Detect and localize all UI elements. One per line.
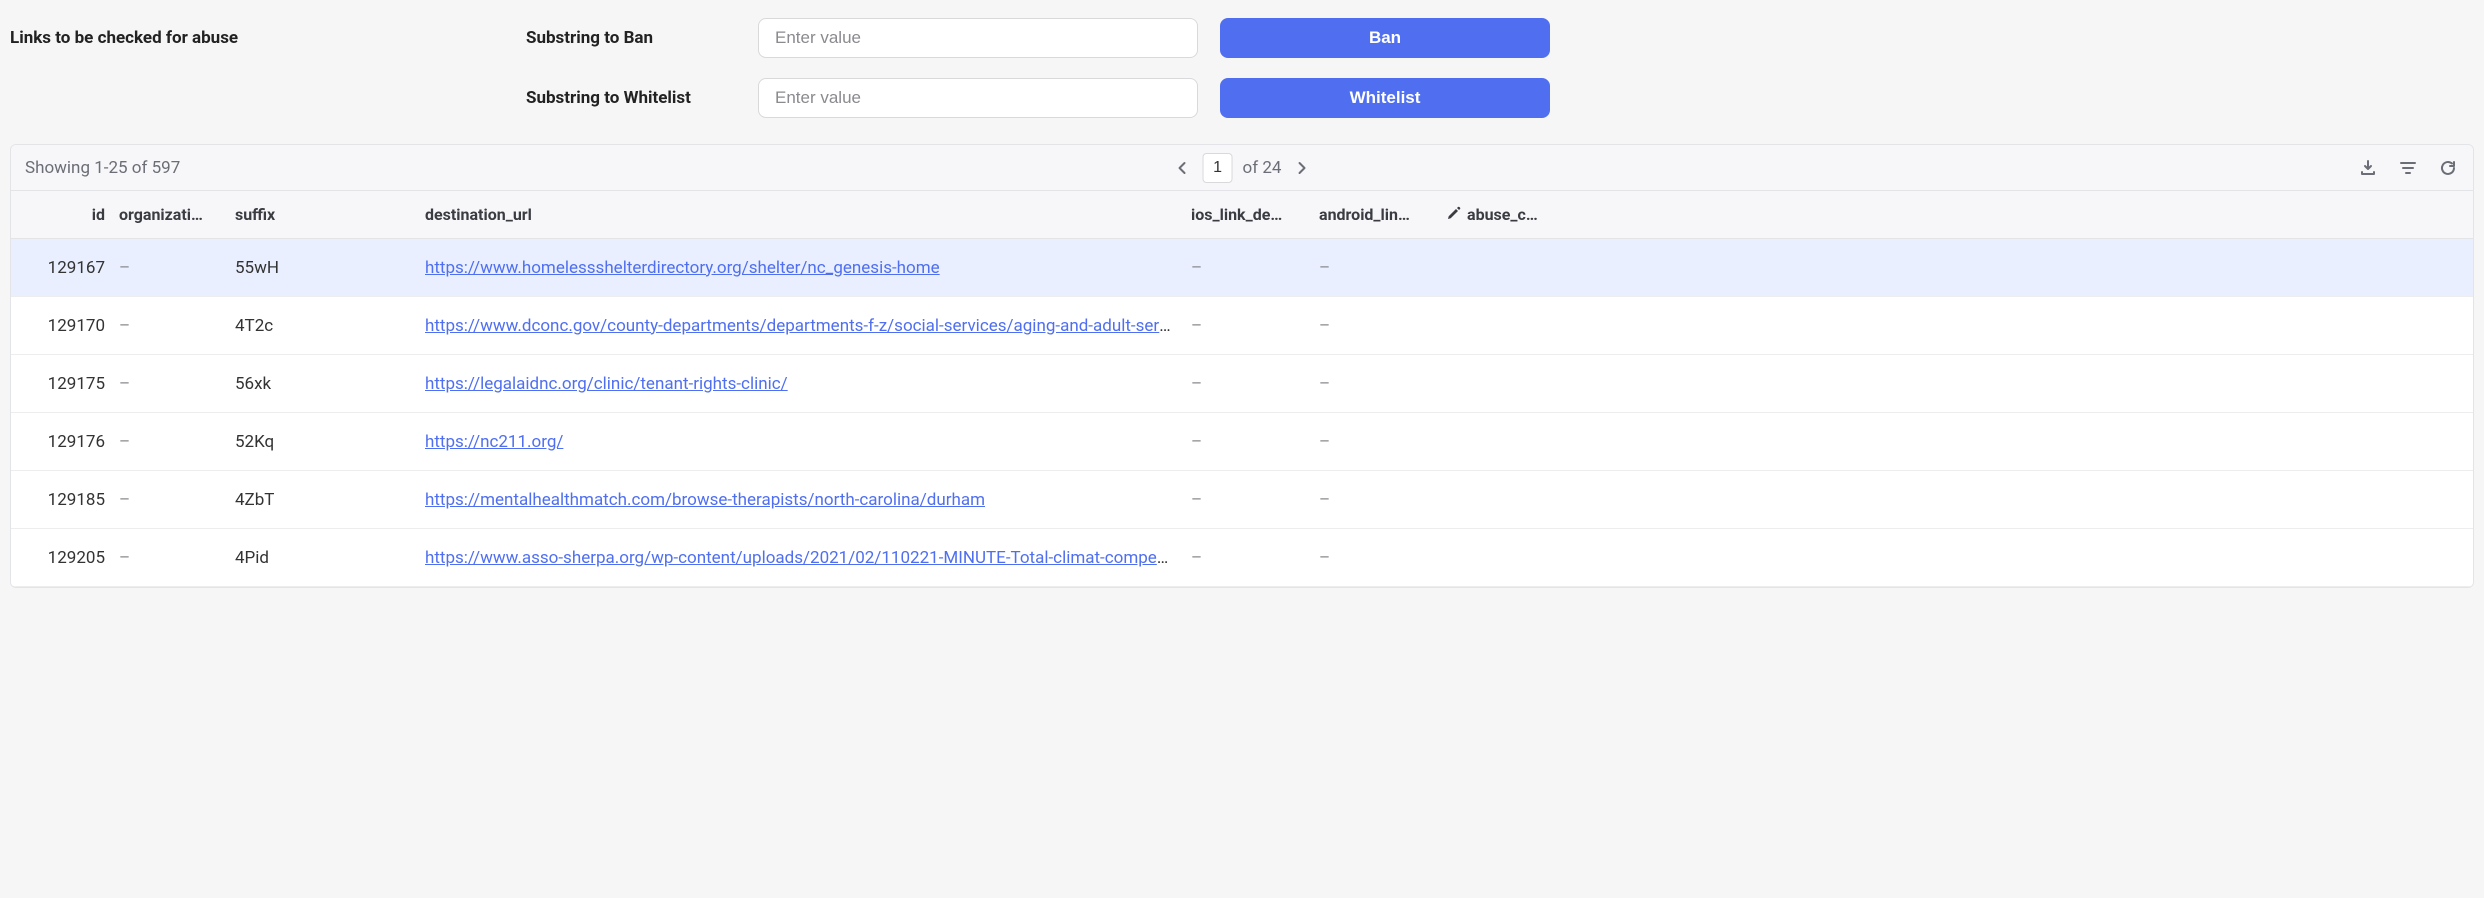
destination-link[interactable]: https://legalaidnc.org/clinic/tenant-rig…: [425, 374, 788, 394]
results-panel: Showing 1-25 of 597 of 24: [10, 144, 2474, 588]
cell-suffix: 4Pid: [235, 548, 425, 568]
pagination: of 24: [1171, 153, 1314, 183]
next-page-button[interactable]: [1291, 157, 1313, 179]
table-row[interactable]: 129185–4ZbThttps://mentalhealthmatch.com…: [11, 471, 2473, 529]
cell-android: –: [1319, 490, 1447, 510]
col-abuse[interactable]: abuse_c…: [1447, 205, 1555, 224]
cell-android: –: [1319, 548, 1447, 568]
cell-id: 129175: [25, 374, 119, 394]
destination-link[interactable]: https://www.asso-sherpa.org/wp-content/u…: [425, 548, 1191, 568]
table-row[interactable]: 129176–52Kqhttps://nc211.org/––: [11, 413, 2473, 471]
destination-link[interactable]: https://mentalhealthmatch.com/browse-the…: [425, 490, 985, 510]
whitelist-input[interactable]: [758, 78, 1198, 118]
showing-text: Showing 1-25 of 597: [25, 158, 180, 178]
cell-id: 129205: [25, 548, 119, 568]
page-input[interactable]: [1203, 153, 1233, 183]
cell-organization: –: [119, 258, 235, 278]
cell-id: 129170: [25, 316, 119, 336]
cell-suffix: 56xk: [235, 374, 425, 394]
table-row[interactable]: 129205–4Pidhttps://www.asso-sherpa.org/w…: [11, 529, 2473, 587]
col-destination-url[interactable]: destination_url: [425, 205, 1191, 224]
prev-page-button[interactable]: [1171, 157, 1193, 179]
cell-suffix: 4ZbT: [235, 490, 425, 510]
col-id[interactable]: id: [25, 205, 119, 224]
table-row[interactable]: 129167–55wHhttps://www.homelessshelterdi…: [11, 239, 2473, 297]
pencil-icon: [1447, 205, 1461, 224]
cell-ios: –: [1191, 374, 1319, 394]
destination-link[interactable]: https://nc211.org/: [425, 432, 563, 452]
cell-url: https://legalaidnc.org/clinic/tenant-rig…: [425, 374, 1191, 394]
table-row[interactable]: 129175–56xkhttps://legalaidnc.org/clinic…: [11, 355, 2473, 413]
cell-organization: –: [119, 374, 235, 394]
table-header: id organizati… suffix destination_url io…: [11, 191, 2473, 239]
cell-android: –: [1319, 432, 1447, 452]
table-row[interactable]: 129170–4T2chttps://www.dconc.gov/county-…: [11, 297, 2473, 355]
cell-ios: –: [1191, 316, 1319, 336]
cell-organization: –: [119, 548, 235, 568]
ban-input[interactable]: [758, 18, 1198, 58]
cell-android: –: [1319, 374, 1447, 394]
ban-label: Substring to Ban: [526, 28, 758, 48]
cell-android: –: [1319, 316, 1447, 336]
cell-url: https://www.dconc.gov/county-departments…: [425, 316, 1191, 336]
cell-organization: –: [119, 316, 235, 336]
cell-suffix: 55wH: [235, 258, 425, 278]
col-organization[interactable]: organizati…: [119, 205, 235, 224]
cell-id: 129167: [25, 258, 119, 278]
ban-button[interactable]: Ban: [1220, 18, 1550, 58]
cell-url: https://nc211.org/: [425, 432, 1191, 452]
col-ios-link[interactable]: ios_link_de…: [1191, 205, 1319, 224]
whitelist-button[interactable]: Whitelist: [1220, 78, 1550, 118]
col-suffix[interactable]: suffix: [235, 205, 425, 224]
cell-suffix: 4T2c: [235, 316, 425, 336]
cell-url: https://www.homelessshelterdirectory.org…: [425, 258, 1191, 278]
page-title: Links to be checked for abuse: [10, 28, 526, 48]
cell-suffix: 52Kq: [235, 432, 425, 452]
cell-organization: –: [119, 432, 235, 452]
destination-link[interactable]: https://www.dconc.gov/county-departments…: [425, 316, 1191, 336]
refresh-icon[interactable]: [2437, 157, 2459, 179]
whitelist-label: Substring to Whitelist: [526, 88, 758, 108]
cell-organization: –: [119, 490, 235, 510]
page-total: of 24: [1243, 158, 1282, 178]
destination-link[interactable]: https://www.homelessshelterdirectory.org…: [425, 258, 940, 278]
cell-ios: –: [1191, 258, 1319, 278]
filter-icon[interactable]: [2397, 157, 2419, 179]
col-android-link[interactable]: android_lin…: [1319, 205, 1447, 224]
download-icon[interactable]: [2357, 157, 2379, 179]
cell-id: 129176: [25, 432, 119, 452]
cell-ios: –: [1191, 490, 1319, 510]
cell-ios: –: [1191, 548, 1319, 568]
cell-android: –: [1319, 258, 1447, 278]
cell-url: https://www.asso-sherpa.org/wp-content/u…: [425, 548, 1191, 568]
cell-id: 129185: [25, 490, 119, 510]
cell-ios: –: [1191, 432, 1319, 452]
cell-url: https://mentalhealthmatch.com/browse-the…: [425, 490, 1191, 510]
